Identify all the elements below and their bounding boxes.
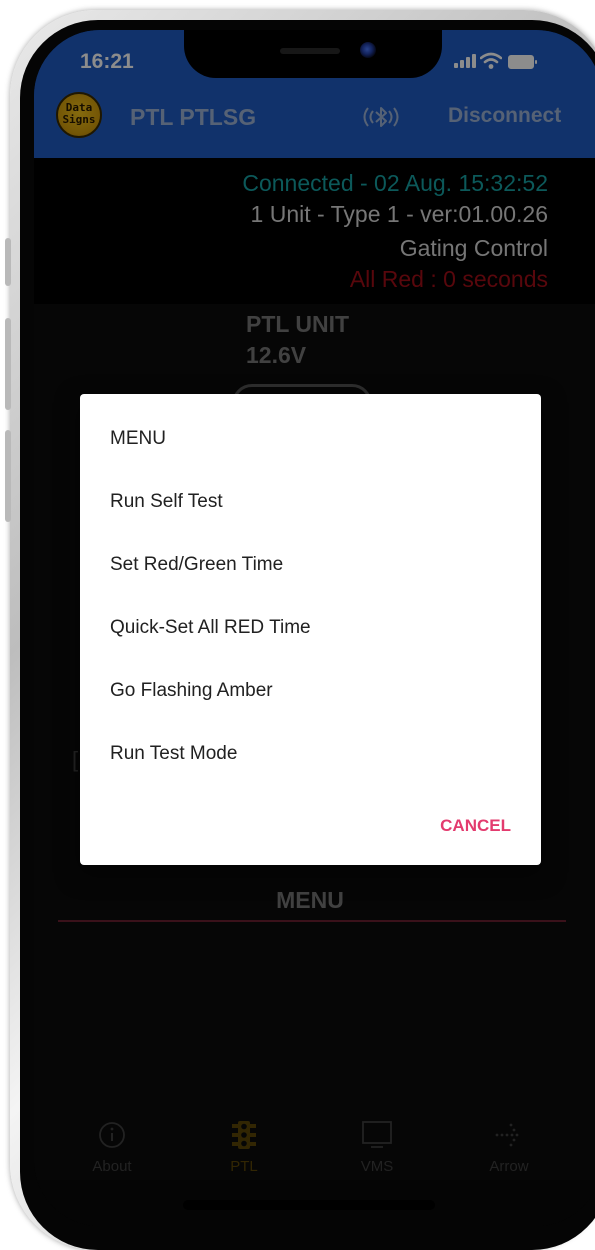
menu-item-go-flashing-amber[interactable]: Go Flashing Amber [110, 680, 273, 702]
menu-dialog: MENU Run Self Test Set Red/Green Time Qu… [80, 394, 541, 865]
phone-screen: 16:21 Data Signs PTL PTLSG Disconnect Co… [34, 30, 595, 1226]
dialog-title: MENU [110, 428, 166, 449]
menu-item-set-red-green-time[interactable]: Set Red/Green Time [110, 554, 283, 576]
volume-down-button [5, 430, 11, 522]
cancel-button[interactable]: CANCEL [440, 816, 511, 836]
menu-item-run-test-mode[interactable]: Run Test Mode [110, 743, 237, 765]
menu-item-run-self-test[interactable]: Run Self Test [110, 491, 223, 513]
mute-switch [5, 238, 11, 286]
menu-item-quick-set-all-red-time[interactable]: Quick-Set All RED Time [110, 617, 311, 639]
volume-up-button [5, 318, 11, 410]
